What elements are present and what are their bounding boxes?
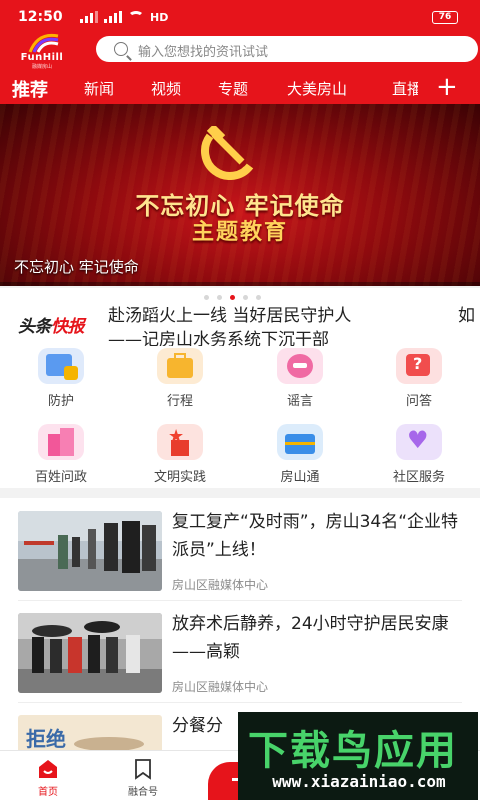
suitcase-icon [157,348,203,384]
headline-badge-left: 头条 [18,317,52,337]
nav-label: 首页 [38,787,58,798]
home-icon [39,760,57,778]
headline-badge: 头条快报 [18,312,85,337]
bookmark-icon [135,759,151,780]
service-label: 百姓问政 [34,470,87,485]
service-rumor[interactable]: 谣言 [255,348,345,412]
app-header: 12:50 HD 76 FunHill 融媒房山 输入您想找的资讯试试 推荐 新… [0,0,480,104]
ticker-headline-line1[interactable]: 赴汤蹈火上一线 当好居民守护人 [108,301,351,326]
building-icon [38,424,84,460]
service-label: 问答 [405,394,432,409]
search-placeholder: 输入您想找的资讯试试 [138,45,269,60]
pagination-dot[interactable] [204,295,209,300]
status-bar: 12:50 HD 76 [0,0,480,32]
bowl-shape [74,737,144,751]
headline-badge-right: 快报 [51,317,85,337]
wifi-icon [128,11,144,23]
search-icon [114,42,128,56]
logo-swirl-icon [28,33,59,53]
service-label: 行程 [166,394,193,409]
service-public-affairs[interactable]: 百姓问政 [16,424,106,488]
news-thumbnail [18,613,162,693]
tab-live-clipped[interactable]: 直播 [392,78,418,100]
news-title: 放弃术后静养，24小时守护居民安康——高颖 [172,614,449,662]
service-label: 社区服务 [392,470,445,485]
service-fangshan-pass[interactable]: 房山通 [255,424,345,488]
tab-recommend[interactable]: 推荐 [12,76,48,102]
question-icon: ? [396,348,442,384]
service-qa[interactable]: ? 问答 [374,348,464,412]
service-label: 谣言 [286,394,313,409]
briefcase-icon [277,424,323,460]
status-time: 12:50 [18,9,63,25]
hero-banner[interactable]: 不忘初心 牢记使命 主题教育 不忘初心 牢记使命 [0,104,480,286]
app-logo[interactable]: FunHill 融媒房山 [12,30,72,70]
pagination-dot[interactable] [256,295,261,300]
thumbnail-text: 拒绝 [26,727,66,751]
shield-doc-icon [38,348,84,384]
news-item[interactable]: 复工复产“及时雨”，房山34名“企业特派员”上线！ 房山区融媒体中心 [0,498,480,600]
rumor-icon [277,348,323,384]
signal-icon [104,11,122,23]
service-civilization[interactable]: ★ 文明实践 [135,424,225,488]
service-label: 房山通 [280,470,320,485]
news-thumbnail [18,511,162,591]
search-input[interactable]: 输入您想找的资讯试试 [96,36,478,62]
watermark-overlay: 下载鸟应用 www.xiazainiao.com [238,712,478,800]
watermark-title: 下载鸟应用 [248,728,458,774]
news-source: 房山区融媒体中心 [172,680,269,694]
logo-subtext: 融媒房山 [31,64,52,70]
news-item[interactable]: 放弃术后静养，24小时守护居民安康——高颖 房山区融媒体中心 [0,600,480,702]
service-grid: 防护 行程 谣言 ? 问答 百姓问政 ★ 文明实践 房山通 ♥ 社区服务 [0,346,480,488]
battery-indicator: 76 [432,11,458,24]
app-screen: 12:50 HD 76 FunHill 融媒房山 输入您想找的资讯试试 推荐 新… [0,0,480,800]
ticker-next-preview: 如 [458,306,475,326]
service-label: 文明实践 [153,470,206,485]
service-label: 防护 [47,394,74,409]
heart-hand-icon: ♥ [396,424,442,460]
tab-beautiful-fangshan[interactable]: 大美房山 [287,78,347,99]
network-type: HD [150,10,169,24]
nav-media-account[interactable]: 融合号 [113,751,173,800]
news-title: 复工复产“及时雨”，房山34名“企业特派员”上线！ [172,512,459,560]
nav-home[interactable]: 首页 [18,751,78,800]
service-protection[interactable]: 防护 [16,348,106,412]
tab-live: 直播 [392,80,418,98]
tab-topics[interactable]: 专题 [218,78,248,99]
service-itinerary[interactable]: 行程 [135,348,225,412]
pagination-dot[interactable] [243,295,248,300]
pagination-dot-active[interactable] [230,295,235,300]
pagination-dot[interactable] [217,295,222,300]
signal-icon [80,11,98,23]
nav-label: 融合号 [128,787,158,798]
news-source: 房山区融媒体中心 [172,578,269,592]
logo-text: FunHill [20,52,64,63]
service-community[interactable]: ♥ 社区服务 [374,424,464,488]
tab-video[interactable]: 视频 [151,78,181,99]
star-pavilion-icon: ★ [157,424,203,460]
hammer-sickle-emblem-icon [201,126,254,180]
category-tabs: 推荐 新闻 视频 专题 大美房山 直播 + [0,72,480,104]
status-icons: HD [80,10,168,24]
watermark-url: www.xiazainiao.com [272,772,446,791]
banner-caption: 不忘初心 牢记使命 [14,258,139,276]
tab-news[interactable]: 新闻 [84,78,114,99]
banner-subheadline: 主题教育 [191,219,288,245]
banner-shade [0,282,480,286]
add-channel-icon[interactable]: + [436,72,458,102]
